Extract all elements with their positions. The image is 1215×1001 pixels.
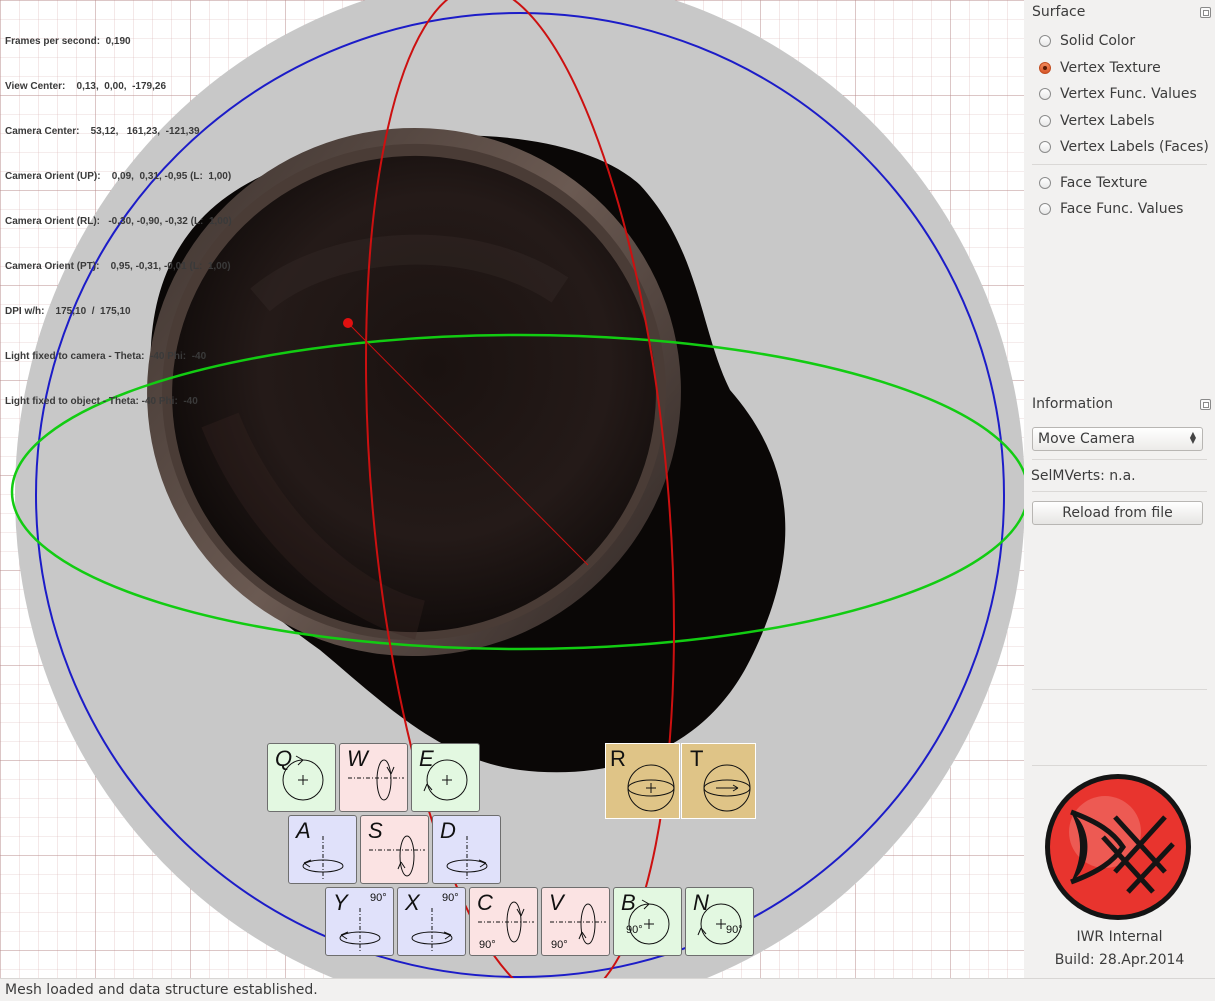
key-b-label: B xyxy=(621,890,636,915)
mode-select[interactable]: Move Camera ▲ ▼ xyxy=(1032,427,1203,451)
hud-line-orient-rl: Camera Orient (RL): -0,30, -0,90, -0,32 … xyxy=(5,216,232,227)
hud-line-light-object: Light fixed to object - Theta: -40 Phi: … xyxy=(5,396,198,407)
key-y-label: Y xyxy=(333,890,348,915)
hud-line-light-camera: Light fixed to camera - Theta: -40 Phi: … xyxy=(5,351,207,362)
reload-from-file-button[interactable]: Reload from file xyxy=(1032,501,1203,525)
key-b-degree: 90° xyxy=(626,924,643,936)
status-bar: Mesh loaded and data structure establish… xyxy=(0,978,1215,1000)
radio-vertex-func-values-indicator[interactable] xyxy=(1039,88,1051,100)
info-separator-1 xyxy=(1032,459,1207,460)
key-e-rotate[interactable]: E xyxy=(411,743,480,812)
radio-solid-color-label: Solid Color xyxy=(1060,33,1136,49)
key-t-translate[interactable]: T xyxy=(681,743,756,819)
mode-select-value: Move Camera xyxy=(1038,431,1135,447)
key-e-label: E xyxy=(419,746,434,771)
undock-icon[interactable] xyxy=(1200,399,1211,410)
light-point xyxy=(343,318,353,328)
radio-face-func-values-indicator[interactable] xyxy=(1039,203,1051,215)
info-separator-4 xyxy=(1032,765,1207,766)
radio-face-texture-indicator[interactable] xyxy=(1039,177,1051,189)
surface-separator xyxy=(1032,164,1207,165)
key-x-label: X xyxy=(405,890,420,915)
brand-name: IWR Internal xyxy=(1076,929,1163,945)
key-c-label: C xyxy=(477,890,493,915)
radio-face-func-values[interactable]: Face Func. Values xyxy=(1039,199,1183,219)
radio-face-texture[interactable]: Face Texture xyxy=(1039,173,1147,193)
key-n-degree: 90° xyxy=(726,924,743,936)
radio-vertex-labels-faces[interactable]: Vertex Labels (Faces) xyxy=(1039,137,1209,157)
key-r-reset[interactable]: R xyxy=(605,743,680,819)
radio-face-texture-label: Face Texture xyxy=(1060,175,1148,191)
iwr-logo-icon xyxy=(1045,774,1191,920)
selmverts-label: SelMVerts: n.a. xyxy=(1031,468,1136,484)
key-y-degree: 90° xyxy=(370,892,387,904)
radio-solid-color[interactable]: Solid Color xyxy=(1039,31,1135,51)
key-v-label: V xyxy=(549,890,564,915)
build-date: Build: 28.Apr.2014 xyxy=(1054,952,1185,968)
radio-solid-color-indicator[interactable] xyxy=(1039,35,1051,47)
key-v-degree: 90° xyxy=(551,939,568,951)
hud-line-dpi: DPI w/h: 175,10 / 175,10 xyxy=(5,306,131,317)
key-s-rotate[interactable]: S xyxy=(360,815,429,884)
hud-line-orient-pt: Camera Orient (PT): 0,95, -0,31, -0,01 (… xyxy=(5,261,231,272)
key-x-rotate-90[interactable]: X 90° xyxy=(397,887,466,956)
radio-vertex-texture[interactable]: Vertex Texture xyxy=(1039,58,1161,78)
key-q-rotate[interactable]: Q xyxy=(267,743,336,812)
spin-arrows-icon: ▲ ▼ xyxy=(1189,430,1196,445)
key-w-rotate[interactable]: W xyxy=(339,743,408,812)
key-b-rotate-90[interactable]: B 90° xyxy=(613,887,682,956)
hud-line-orient-up: Camera Orient (UP): 0,09, 0,31, -0,95 (L… xyxy=(5,171,232,182)
information-panel-title: Information xyxy=(1032,396,1114,412)
3d-viewport[interactable]: Frames per second: 0,190 View Center: 0,… xyxy=(0,0,1024,978)
key-n-rotate-90[interactable]: N 90° xyxy=(685,887,754,956)
key-r-label: R xyxy=(610,746,626,771)
hud-line-camera-center: Camera Center: 53,12, 161,23, -121,39 xyxy=(5,126,200,137)
right-sidebar: Surface Solid Color Vertex Texture Verte… xyxy=(1024,0,1215,978)
radio-vertex-labels[interactable]: Vertex Labels xyxy=(1039,111,1155,131)
key-a-rotate[interactable]: A xyxy=(288,815,357,884)
radio-vertex-labels-label: Vertex Labels xyxy=(1060,113,1155,129)
camera-info-overlay: Frames per second: 0,190 View Center: 0,… xyxy=(5,4,232,439)
key-c-degree: 90° xyxy=(479,939,496,951)
hud-line-fps: Frames per second: 0,190 xyxy=(5,36,131,47)
hud-line-view-center: View Center: 0,13, 0,00, -179,26 xyxy=(5,81,167,92)
radio-vertex-labels-faces-indicator[interactable] xyxy=(1039,141,1051,153)
key-s-label: S xyxy=(368,818,383,843)
radio-vertex-labels-faces-label: Vertex Labels (Faces) xyxy=(1060,139,1209,155)
undock-icon[interactable] xyxy=(1200,7,1211,18)
surface-panel-title: Surface xyxy=(1032,4,1086,20)
radio-vertex-func-values-label: Vertex Func. Values xyxy=(1060,86,1197,102)
radio-vertex-texture-indicator[interactable] xyxy=(1039,62,1051,74)
info-separator-3 xyxy=(1032,689,1207,690)
key-x-degree: 90° xyxy=(442,892,459,904)
radio-vertex-texture-label: Vertex Texture xyxy=(1060,60,1161,76)
key-d-rotate[interactable]: D xyxy=(432,815,501,884)
key-a-label: A xyxy=(296,818,311,843)
key-w-label: W xyxy=(347,746,368,771)
radio-vertex-labels-indicator[interactable] xyxy=(1039,115,1051,127)
key-n-label: N xyxy=(693,890,709,915)
status-message: Mesh loaded and data structure establish… xyxy=(5,982,318,998)
key-q-label: Q xyxy=(275,746,293,771)
radio-face-func-values-label: Face Func. Values xyxy=(1060,201,1184,217)
info-separator-2 xyxy=(1032,491,1207,492)
key-v-rotate-90[interactable]: V 90° xyxy=(541,887,610,956)
key-y-rotate-90[interactable]: Y 90° xyxy=(325,887,394,956)
key-t-label: T xyxy=(690,746,704,771)
key-d-label: D xyxy=(440,818,456,843)
key-c-rotate-90[interactable]: C 90° xyxy=(469,887,538,956)
radio-vertex-func-values[interactable]: Vertex Func. Values xyxy=(1039,84,1197,104)
